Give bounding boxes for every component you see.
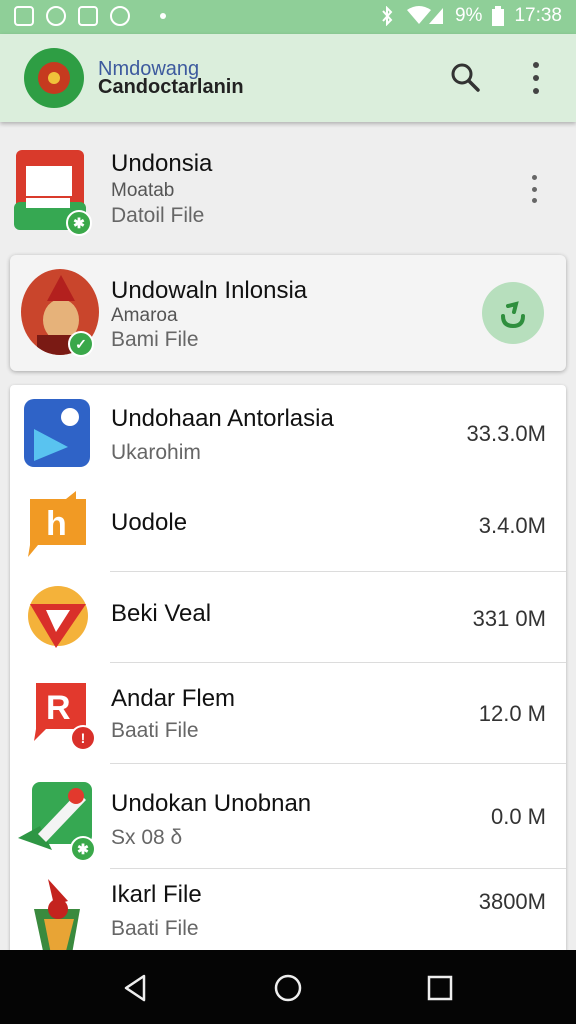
item-more-icon[interactable]	[530, 175, 538, 203]
pinned-item[interactable]: ✱ Undonsia Moatab Datoil File	[0, 130, 576, 244]
item-subtitle: Baati File	[111, 719, 199, 742]
wifi-signal-icon	[406, 6, 443, 24]
navigation-bar	[0, 950, 576, 1024]
logo-center	[48, 72, 60, 84]
battery-percent: 9%	[454, 5, 483, 26]
play-app-icon	[28, 586, 88, 648]
item-title: Beki Veal	[111, 600, 212, 627]
item-subtitle: Moatab	[111, 180, 175, 201]
item-subtitle: Ukarohim	[111, 441, 201, 464]
item-size: 0.0 M	[490, 804, 546, 829]
pinned-item-selected[interactable]: ✓ Undowaln Inlonsia Amaroa Bami File	[10, 255, 566, 371]
list-item[interactable]: R ! Andar Flem Baati File 12.0 M	[10, 663, 566, 763]
search-icon[interactable]	[450, 62, 480, 92]
home-icon[interactable]	[272, 972, 304, 1004]
gear-badge-icon: ✱	[70, 836, 96, 862]
item-title: Andar Flem	[111, 685, 236, 712]
alert-badge-icon: !	[70, 725, 96, 751]
check-badge-icon: ✓	[68, 331, 94, 357]
item-size: 3800M	[478, 889, 546, 914]
bluetooth-icon	[382, 6, 393, 26]
clock: 17:38	[514, 5, 562, 26]
overflow-menu-icon[interactable]	[524, 62, 548, 94]
item-file-type: Bami File	[111, 328, 199, 351]
item-subtitle: Sx 08 δ	[111, 826, 183, 849]
app-title: Candoctarlanin	[98, 76, 244, 98]
list-item[interactable]: Undohaan Antorlasia Ukarohim 33.3.0M	[10, 385, 566, 481]
item-size: 3.4.0M	[478, 513, 546, 538]
recents-icon[interactable]	[424, 972, 456, 1004]
item-subtitle: Amaroa	[111, 305, 178, 326]
sync-button[interactable]	[482, 282, 544, 344]
item-title: Undokan Unobnan	[111, 790, 312, 817]
back-icon[interactable]	[120, 972, 152, 1004]
gear-badge-icon: ✱	[66, 210, 92, 236]
list-item[interactable]: Beki Veal 331 0M	[10, 572, 566, 662]
notification-icons	[14, 6, 166, 26]
gallery-notification-icon	[14, 6, 34, 26]
sync-icon	[501, 301, 525, 329]
item-size: 33.3.0M	[466, 421, 547, 446]
item-title: Undowaln Inlonsia	[111, 277, 308, 304]
battery-icon	[492, 6, 505, 26]
app-notification-icon	[78, 6, 98, 26]
video-player-app-icon	[24, 399, 90, 467]
item-title: Undonsia	[111, 150, 213, 177]
item-size: 331 0M	[472, 606, 546, 631]
item-size: 12.0 M	[478, 701, 546, 726]
app-bar: Nmdowang Candoctarlanin	[0, 34, 576, 122]
status-bar: 9% 17:38	[0, 0, 576, 34]
more-notifications-dot-icon	[160, 13, 166, 19]
app-logo[interactable]	[24, 48, 84, 108]
item-title: Undohaan Antorlasia	[111, 405, 334, 432]
status-indicators: 9% 17:38	[379, 5, 562, 27]
list-item[interactable]: ✱ Undokan Unobnan Sx 08 δ 0.0 M	[10, 764, 566, 868]
list-item[interactable]: h Uodole 3.4.0M	[10, 481, 566, 571]
svg-text:R: R	[46, 689, 71, 727]
item-subtitle: Baati File	[111, 917, 199, 940]
file-list: Undohaan Antorlasia Ukarohim 33.3.0M h U…	[10, 385, 566, 965]
svg-text:h: h	[46, 505, 67, 543]
clock-notification-icon	[110, 6, 130, 26]
item-title: Ikarl File	[111, 881, 202, 908]
item-title: Uodole	[111, 509, 188, 536]
item-file-type: Datoil File	[111, 204, 205, 227]
sync-notification-icon	[46, 6, 66, 26]
h-chat-app-icon: h	[28, 491, 86, 557]
